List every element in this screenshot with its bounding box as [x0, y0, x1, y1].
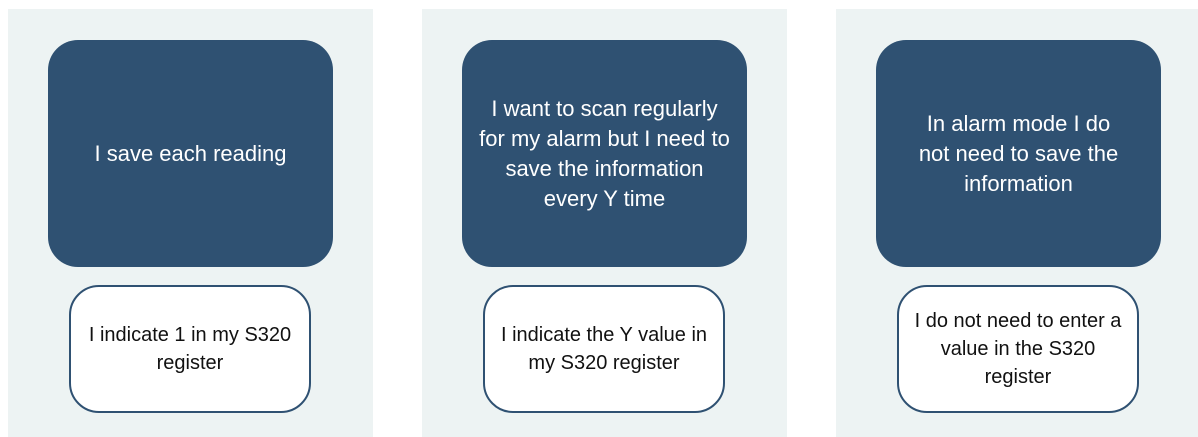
action-text-3: I do not need to enter a value in the S3…	[914, 310, 1122, 388]
action-text-2: I indicate the Y value in my S320 regist…	[500, 324, 708, 374]
column-panel-2: I want to scan regularly for my alarm bu…	[422, 9, 787, 437]
action-box-1: I indicate 1 in my S320 register	[69, 285, 311, 413]
scenario-text-3: In alarm mode I do not need to save the …	[918, 110, 1119, 196]
scenario-box-2: I want to scan regularly for my alarm bu…	[462, 40, 747, 267]
scenario-box-3: In alarm mode I do not need to save the …	[876, 40, 1161, 267]
column-panel-1: I save each reading I indicate 1 in my S…	[8, 9, 373, 437]
scenario-text-1: I save each reading	[94, 140, 287, 166]
column-panel-3: In alarm mode I do not need to save the …	[836, 9, 1198, 437]
action-text-1: I indicate 1 in my S320 register	[88, 324, 292, 374]
scenario-text-2: I want to scan regularly for my alarm bu…	[479, 95, 730, 211]
action-box-2: I indicate the Y value in my S320 regist…	[483, 285, 725, 413]
action-box-3: I do not need to enter a value in the S3…	[897, 285, 1139, 413]
scenario-box-1: I save each reading	[48, 40, 333, 267]
